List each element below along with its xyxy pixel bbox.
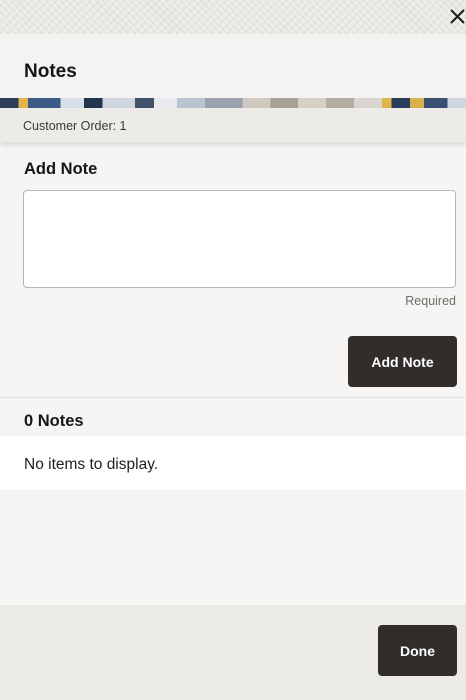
dialog-subheader: Customer Order: 1: [0, 108, 466, 142]
divider: [0, 397, 466, 398]
customer-order-label: Customer Order: 1: [23, 119, 127, 133]
add-note-button[interactable]: Add Note: [348, 336, 457, 387]
notes-count-heading: 0 Notes: [24, 412, 84, 430]
add-note-heading: Add Note: [24, 160, 98, 178]
background-texture: [0, 0, 466, 34]
empty-list-message: No items to display.: [24, 456, 159, 473]
note-textarea[interactable]: [23, 190, 456, 288]
dialog-title: Notes: [24, 61, 77, 82]
done-button[interactable]: Done: [378, 625, 457, 676]
dialog-header: Notes: [0, 34, 466, 100]
required-hint: Required: [405, 294, 456, 308]
header-banner-image: [0, 98, 466, 108]
close-icon[interactable]: [447, 6, 466, 28]
notes-list: No items to display.: [0, 436, 466, 490]
